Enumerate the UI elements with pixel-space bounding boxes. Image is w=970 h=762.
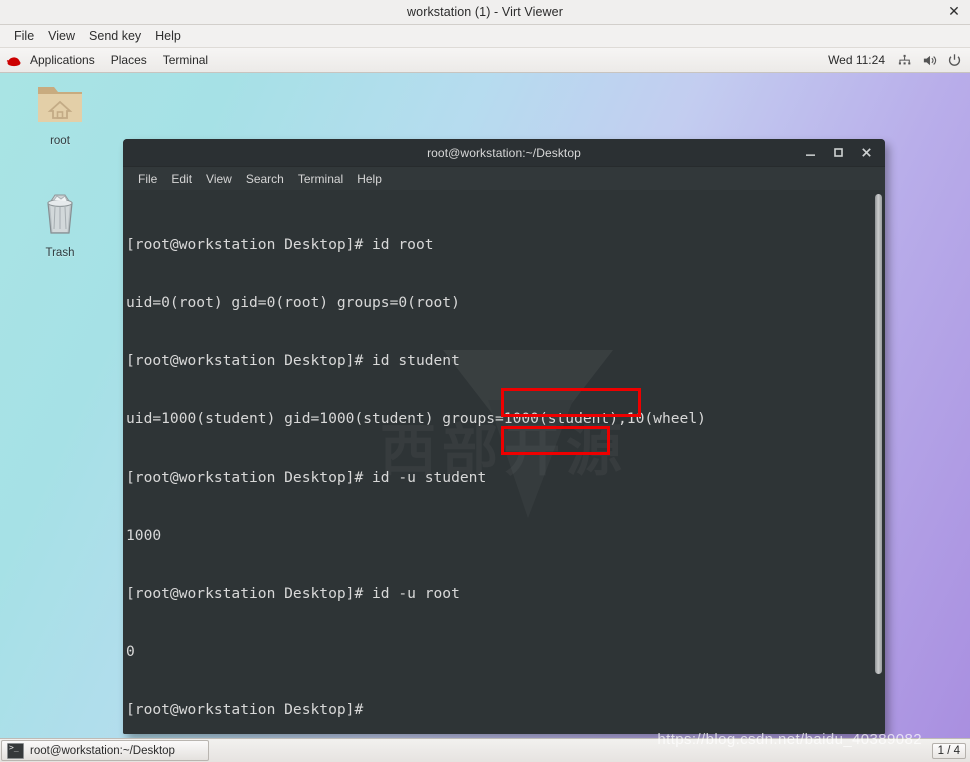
taskbar-window-label: root@workstation:~/Desktop (30, 744, 175, 757)
home-folder-icon (38, 87, 82, 122)
redhat-logo-icon (6, 54, 21, 68)
terminal-line: [root@workstation Desktop]# id student (126, 352, 460, 370)
terminal-line: uid=1000(student) gid=1000(student) grou… (126, 410, 706, 428)
viewer-menu-file[interactable]: File (7, 27, 41, 45)
terminal-line: [root@workstation Desktop]# id root (126, 235, 434, 253)
terminal-titlebar: root@workstation:~/Desktop (123, 139, 885, 167)
gnome-bottom-panel: root@workstation:~/Desktop 1 / 4 (0, 738, 970, 762)
desktop-icon-trash[interactable]: Trash (21, 191, 99, 259)
gnome-top-panel: Applications Places Terminal Wed 11:24 (0, 48, 970, 73)
terminal-window[interactable]: root@workstation:~/Desktop File Edit Vie… (123, 139, 885, 734)
panel-clock[interactable]: Wed 11:24 (828, 53, 887, 67)
terminal-title: root@workstation:~/Desktop (427, 145, 581, 160)
volume-icon[interactable] (922, 53, 937, 68)
terminal-line: uid=0(root) gid=0(root) groups=0(root) (126, 294, 460, 312)
viewer-menu-send-key[interactable]: Send key (82, 27, 148, 45)
desktop-icon-root-label: root (50, 135, 70, 147)
panel-places-menu[interactable]: Places (103, 51, 155, 69)
taskbar-window-button[interactable]: root@workstation:~/Desktop (1, 740, 209, 761)
desktop-icon-trash-label: Trash (45, 247, 75, 259)
terminal-menu-file[interactable]: File (131, 170, 164, 188)
terminal-line: [root@workstation Desktop]# (126, 701, 364, 719)
terminal-line: [root@workstation Desktop]# id -u root (126, 585, 460, 603)
terminal-line: 1000 (126, 526, 162, 544)
viewer-menu-view[interactable]: View (41, 27, 82, 45)
close-icon[interactable] (859, 146, 873, 160)
power-icon[interactable] (947, 53, 962, 68)
desktop-icon-root[interactable]: root (21, 79, 99, 147)
maximize-icon[interactable] (831, 146, 845, 160)
terminal-menu-search[interactable]: Search (239, 170, 291, 188)
virt-viewer-window: workstation (1) - Virt Viewer ✕ File Vie… (0, 0, 970, 762)
terminal-icon (7, 742, 24, 759)
panel-applications-menu[interactable]: Applications (22, 51, 103, 69)
terminal-line: 0 (126, 643, 135, 661)
viewer-menu-help[interactable]: Help (148, 27, 188, 45)
terminal-menubar: File Edit View Search Terminal Help (123, 167, 885, 190)
viewer-titlebar: workstation (1) - Virt Viewer ✕ (0, 0, 970, 25)
trash-icon (47, 194, 73, 234)
terminal-menu-view[interactable]: View (199, 170, 239, 188)
terminal-scrollbar[interactable] (872, 190, 885, 734)
terminal-output-area[interactable]: 西部开源 [root@workstation Desktop]# id root… (123, 190, 885, 734)
close-icon[interactable]: ✕ (946, 4, 962, 20)
network-icon[interactable] (897, 53, 912, 68)
terminal-line: [root@workstation Desktop]# id -u studen… (126, 468, 487, 486)
viewer-title: workstation (1) - Virt Viewer (407, 5, 563, 19)
terminal-scrollbar-thumb[interactable] (875, 194, 882, 674)
workspace-indicator[interactable]: 1 / 4 (931, 742, 966, 759)
minimize-icon[interactable] (803, 146, 817, 160)
terminal-menu-terminal[interactable]: Terminal (291, 170, 350, 188)
terminal-text: [root@workstation Desktop]# id root uid=… (126, 196, 706, 734)
viewer-menubar: File View Send key Help (0, 25, 970, 48)
desktop-area[interactable]: root Trash root@workstation:~/Desktop Fi… (0, 73, 970, 738)
terminal-menu-edit[interactable]: Edit (164, 170, 199, 188)
panel-terminal-menu[interactable]: Terminal (155, 51, 216, 69)
terminal-menu-help[interactable]: Help (350, 170, 389, 188)
